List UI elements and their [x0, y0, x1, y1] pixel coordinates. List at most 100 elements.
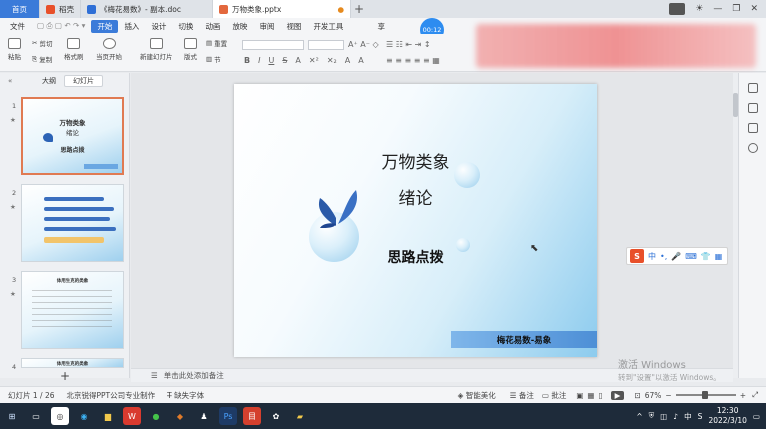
- slide-thumbnail-4[interactable]: 体用生克的类象: [21, 358, 124, 368]
- volume-icon[interactable]: ♪: [673, 412, 678, 421]
- fullscreen-icon[interactable]: ⤢: [752, 390, 758, 400]
- menu-share[interactable]: 享: [371, 21, 391, 32]
- tab-home[interactable]: 首页: [0, 0, 40, 18]
- close-icon[interactable]: ✕: [750, 4, 758, 14]
- zoom-slider-handle[interactable]: [701, 391, 708, 399]
- play-from-current-button[interactable]: 当页开始: [96, 38, 122, 61]
- text-format-buttons[interactable]: B I U S A ✕² ✕₂ A A: [244, 56, 364, 65]
- collapse-panel-icon[interactable]: «: [0, 77, 18, 85]
- animation-star-icon: ★: [10, 116, 16, 124]
- security-icon[interactable]: ⛨: [649, 411, 655, 421]
- taskbar-app-icon[interactable]: 目: [243, 407, 261, 425]
- font-size-buttons[interactable]: A⁺ A⁻ ◇: [348, 40, 379, 49]
- fit-window-icon[interactable]: ⊡: [634, 391, 640, 400]
- slide-thumbnail-2[interactable]: [21, 184, 124, 262]
- thumb-bullet: [44, 197, 104, 201]
- folder-icon[interactable]: ▰: [291, 407, 309, 425]
- slide-thumbnail-3[interactable]: 体用生克的类象: [21, 271, 124, 349]
- zoom-out-icon[interactable]: −: [665, 391, 671, 400]
- slide-thumbnail-1[interactable]: 万物类象 绪论 思路点拨: [21, 97, 124, 175]
- menu-start[interactable]: 开始: [91, 19, 119, 33]
- wps-icon[interactable]: W: [123, 407, 141, 425]
- paste-icon: [8, 38, 21, 49]
- transform-icon[interactable]: [747, 123, 758, 133]
- app-icon[interactable]: ◎: [51, 407, 69, 425]
- file-explorer-icon[interactable]: ▆: [99, 407, 117, 425]
- wechat-icon[interactable]: ●: [147, 407, 165, 425]
- menu-animation[interactable]: 动画: [199, 21, 226, 32]
- menu-design[interactable]: 设计: [145, 21, 172, 32]
- tab-daoke[interactable]: 稻壳: [40, 0, 81, 18]
- properties-icon[interactable]: [747, 83, 758, 93]
- cut-button[interactable]: ✂ 剪切: [32, 38, 52, 48]
- quick-access-icons[interactable]: ▢ ⎙ ▢ ↶ ↷ ▾: [31, 21, 91, 31]
- comments-button[interactable]: ▭ 批注: [542, 390, 566, 401]
- menu-review[interactable]: 审阅: [253, 21, 280, 32]
- tray-lang[interactable]: 中: [684, 411, 692, 422]
- taskbar-app-icon[interactable]: ◆: [171, 407, 189, 425]
- taskbar-app-icon[interactable]: ✿: [267, 407, 285, 425]
- reset-button[interactable]: ▤ 重置: [206, 38, 227, 48]
- paste-button[interactable]: 粘贴: [8, 38, 21, 61]
- play-slideshow-button[interactable]: ▶: [610, 390, 625, 400]
- minimize-icon[interactable]: —: [713, 4, 722, 14]
- help-icon[interactable]: [747, 143, 758, 153]
- menu-slideshow[interactable]: 放映: [226, 21, 253, 32]
- layout-label: 版式: [184, 53, 197, 61]
- edge-icon[interactable]: ◉: [75, 407, 93, 425]
- zoom-in-icon[interactable]: +: [740, 391, 746, 400]
- add-slide-button[interactable]: +: [60, 369, 70, 383]
- word-icon: [87, 4, 96, 14]
- theme-icon[interactable]: ☀: [695, 4, 703, 14]
- menu-insert[interactable]: 插入: [118, 21, 145, 32]
- zoom-level[interactable]: 67%: [645, 391, 662, 400]
- zoom-slider[interactable]: [675, 391, 736, 399]
- restore-icon[interactable]: ❐: [732, 4, 740, 14]
- skin-icon[interactable]: 👕: [701, 252, 711, 261]
- tray-expand-icon[interactable]: ^: [636, 412, 642, 421]
- menu-switch[interactable]: 切换: [172, 21, 199, 32]
- font-size-select[interactable]: [308, 40, 344, 50]
- reading-view-icon[interactable]: ▯: [599, 391, 603, 400]
- mic-icon[interactable]: 🎤: [671, 252, 681, 261]
- user-avatar-icon[interactable]: [669, 3, 686, 15]
- smart-beautify-label: 智能美化: [465, 390, 496, 400]
- font-name-select[interactable]: [242, 40, 304, 50]
- notifications-icon[interactable]: ▭: [753, 412, 760, 421]
- photoshop-icon[interactable]: Ps: [219, 407, 237, 425]
- ime-lang[interactable]: 中: [648, 251, 656, 262]
- tab-doc[interactable]: 《梅花易数》- 副本.doc: [81, 0, 213, 18]
- menu-view[interactable]: 视图: [280, 21, 307, 32]
- layout-button[interactable]: 版式: [184, 38, 197, 61]
- current-slide[interactable]: 万物类象 绪论 思路点拨 梅花易数-易象: [234, 84, 597, 357]
- pin-icon[interactable]: [747, 103, 758, 113]
- normal-view-icon[interactable]: ▣: [576, 391, 583, 400]
- paragraph-buttons[interactable]: ☰ ☷ ⇤ ⇥ ↕: [386, 40, 431, 49]
- smart-beautify-button[interactable]: ◈ 智能美化: [458, 390, 496, 401]
- missing-font-button[interactable]: T̶ 缺失字体: [167, 390, 204, 401]
- ime-tray-icon[interactable]: S: [698, 412, 703, 421]
- taskbar-app-icon[interactable]: ♟: [195, 407, 213, 425]
- grid-icon[interactable]: ▦: [715, 252, 723, 261]
- windows-start-icon[interactable]: ⊞: [3, 407, 21, 425]
- copy-button[interactable]: ⎘ 复制: [32, 54, 52, 65]
- keyboard-icon[interactable]: ⌨: [685, 252, 697, 261]
- new-tab-button[interactable]: +: [351, 0, 367, 18]
- tab-pptx[interactable]: 万物类象.pptx ●: [213, 0, 351, 18]
- ime-toolbar[interactable]: S 中 •, 🎤 ⌨ 👕 ▦: [626, 247, 728, 265]
- task-view-icon[interactable]: ▭: [27, 407, 45, 425]
- clock[interactable]: 12:30 2022/3/10: [708, 406, 746, 426]
- format-painter-button[interactable]: 格式刷: [64, 38, 84, 61]
- punct-icon[interactable]: •,: [660, 252, 667, 261]
- notes-toggle-button[interactable]: ☰ 备注: [510, 390, 534, 401]
- network-icon[interactable]: ◫: [660, 412, 667, 421]
- new-slide-button[interactable]: 新建幻灯片: [140, 38, 173, 61]
- menu-file[interactable]: 文件: [4, 21, 31, 32]
- tab-pptx-label: 万物类象.pptx: [232, 4, 282, 14]
- menu-devtools[interactable]: 开发工具: [307, 21, 349, 32]
- align-buttons[interactable]: ≡ ≡ ≡ ≡ ≡ ▦: [386, 56, 440, 65]
- tab-slides[interactable]: 幻灯片: [64, 75, 103, 87]
- sorter-view-icon[interactable]: ▦: [587, 391, 594, 400]
- section-button[interactable]: ▥ 节: [206, 54, 221, 64]
- tab-outline[interactable]: 大纲: [34, 76, 64, 86]
